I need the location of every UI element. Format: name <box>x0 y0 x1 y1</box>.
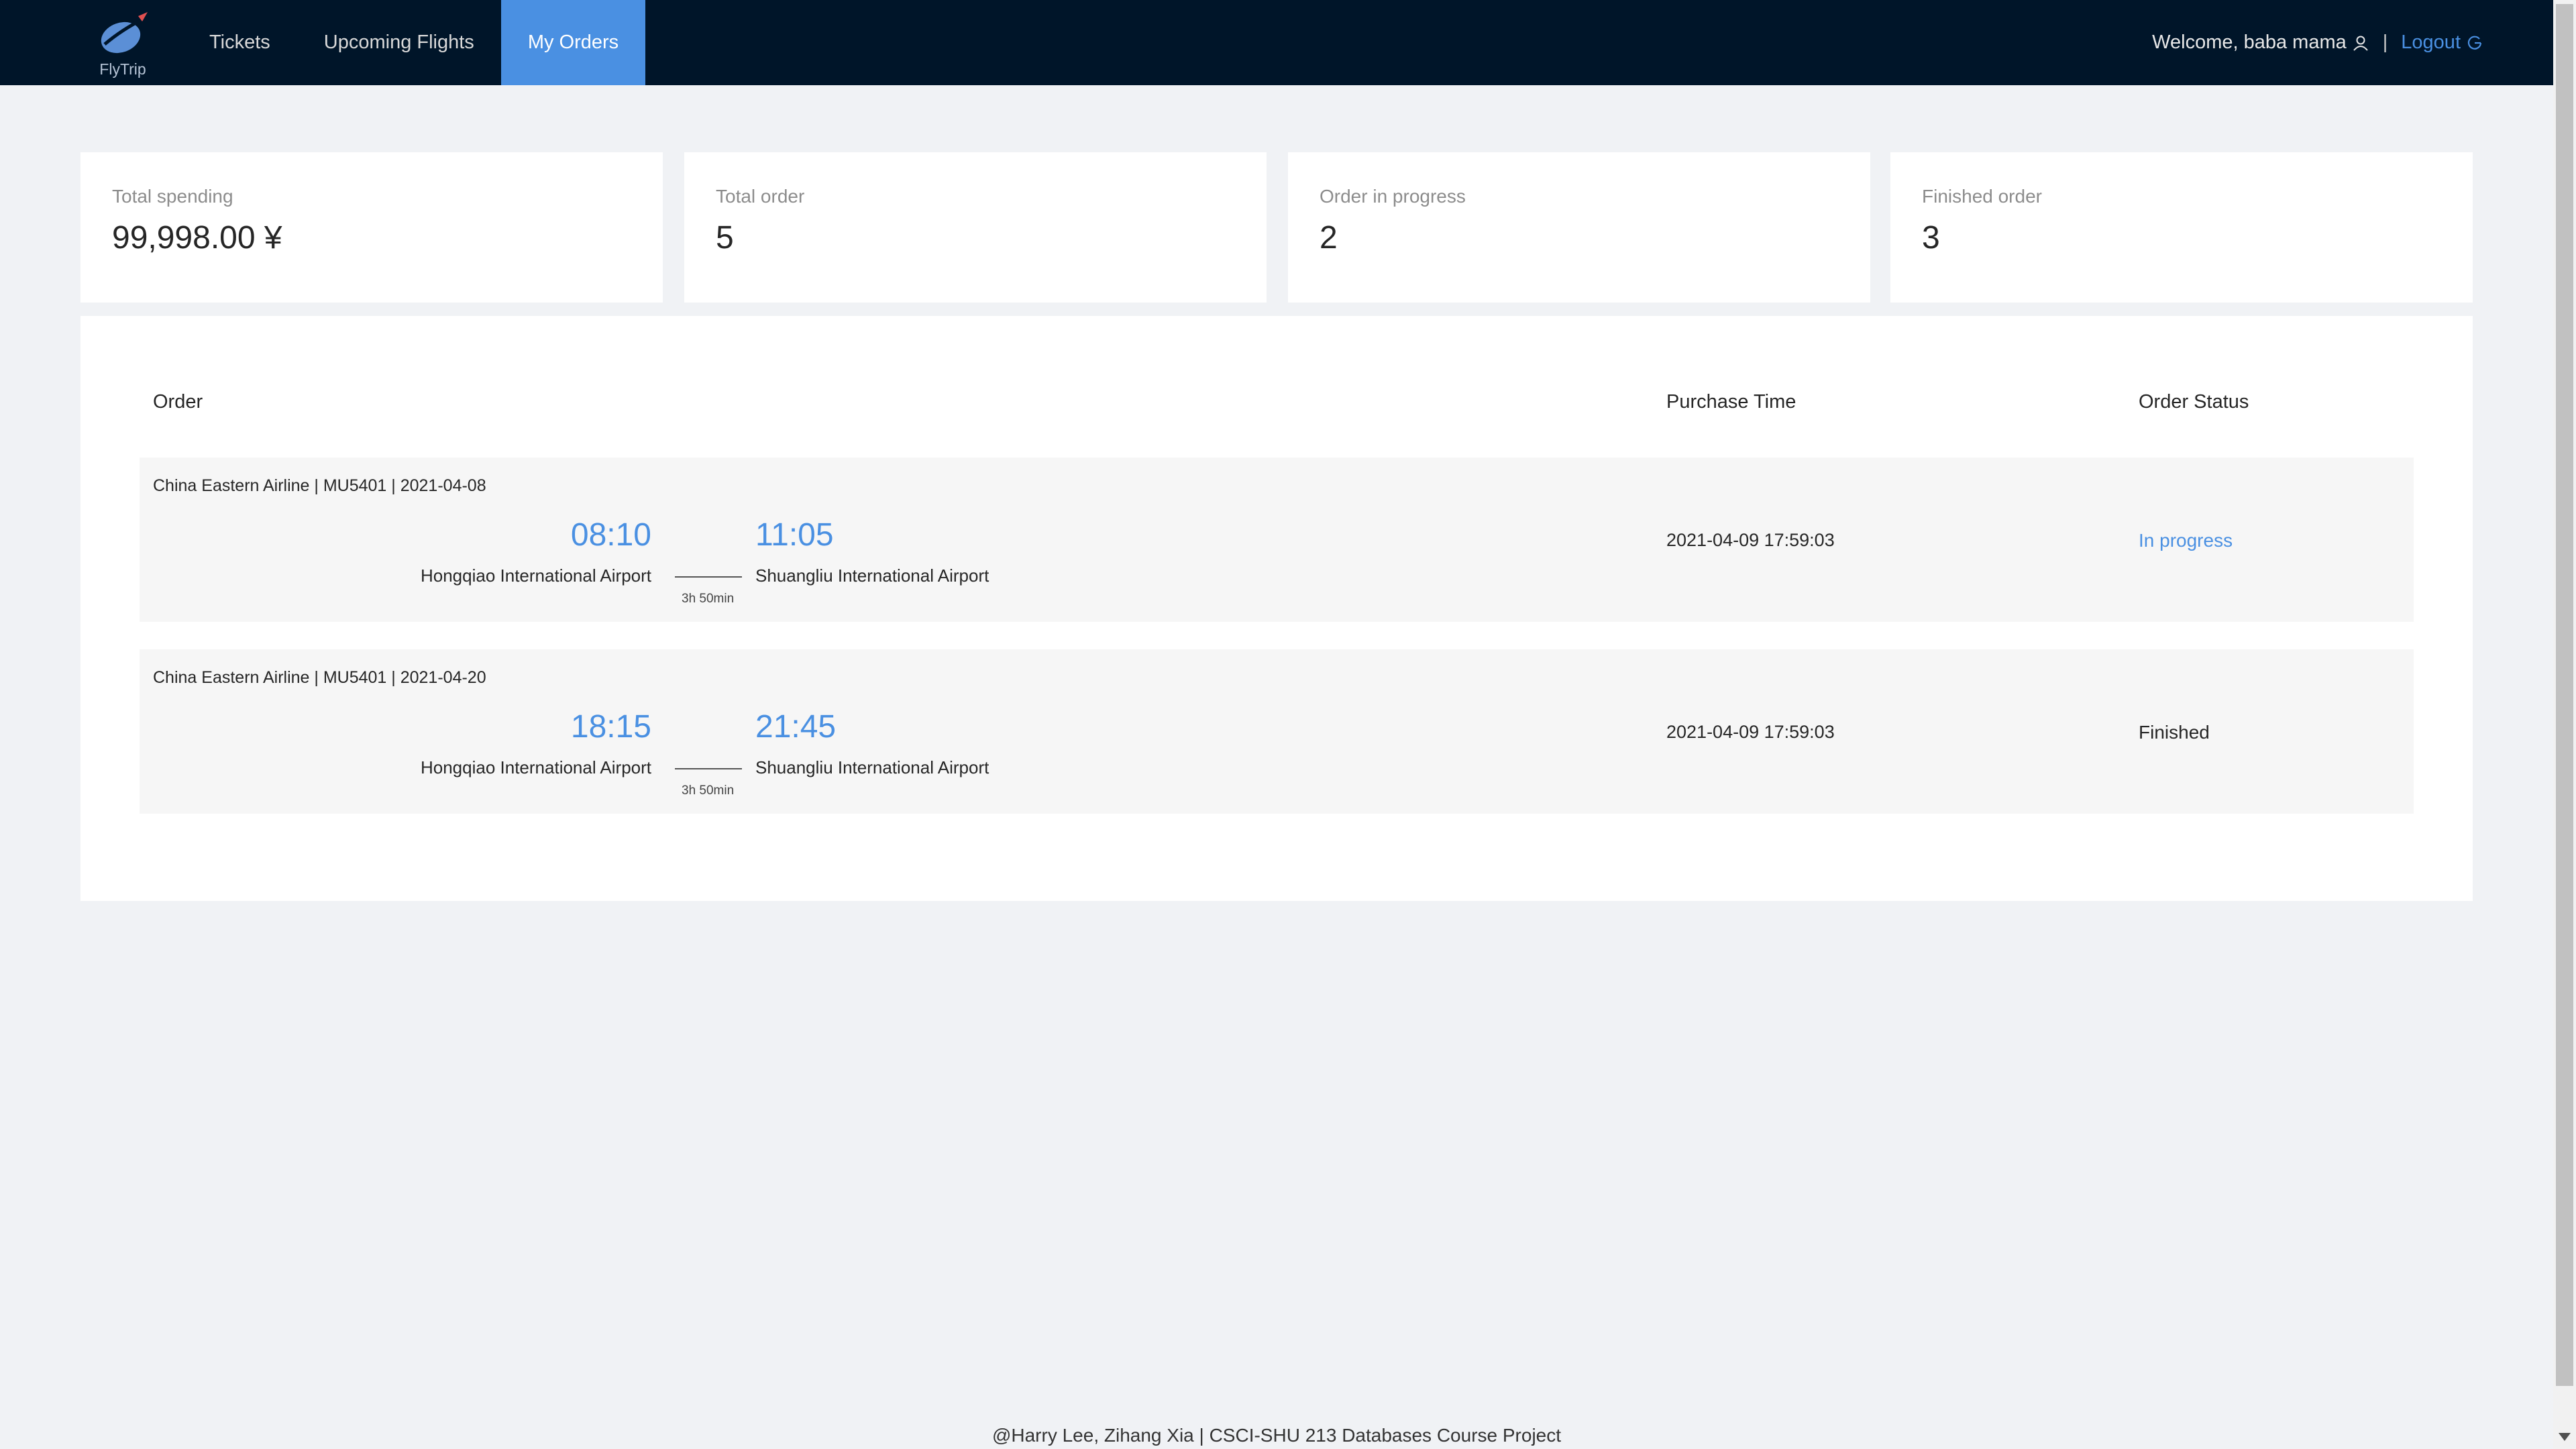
column-header-order: Order <box>153 391 203 413</box>
nav-upcoming-flights-label: Upcoming Flights <box>323 32 474 53</box>
orders-table: Order Purchase Time Order Status China E… <box>80 316 2473 901</box>
flight-duration: 3h 50min <box>682 592 735 606</box>
vertical-scrollbar[interactable] <box>2553 0 2576 1449</box>
user-icon <box>2353 36 2368 51</box>
nav-my-orders[interactable]: My Orders <box>500 0 646 85</box>
departure-time: 18:15 <box>570 709 651 745</box>
arrival-time: 11:05 <box>755 517 834 553</box>
stat-card-finished-order: Finished order 3 <box>1890 152 2473 303</box>
logout-label: Logout <box>2401 32 2461 53</box>
page-footer: @Harry Lee, Zihang Xia | CSCI-SHU 213 Da… <box>991 1425 1562 1446</box>
nav-tickets-label: Tickets <box>209 32 270 53</box>
nav-upcoming-flights[interactable]: Upcoming Flights <box>297 0 501 85</box>
column-header-order-status: Order Status <box>2139 391 2249 413</box>
flight-line <box>675 576 742 578</box>
nav-my-orders-label: My Orders <box>527 32 619 53</box>
stat-card-total-spending: Total spending 99,998.00 ¥ <box>80 152 663 303</box>
stat-title: Order in progress <box>1320 186 1466 207</box>
scroll-down-arrow-icon[interactable] <box>2559 1433 2571 1441</box>
stat-card-total-order: Total order 5 <box>684 152 1267 303</box>
stat-value: 99,998.00 ¥ <box>112 220 282 256</box>
stat-title: Total spending <box>112 186 233 207</box>
purchase-time: 2021-04-09 17:59:03 <box>1666 530 1835 550</box>
arrival-time: 21:45 <box>755 709 837 745</box>
logo-text: FlyTrip <box>99 60 146 78</box>
order-status[interactable]: In progress <box>2139 530 2233 551</box>
departure-airport: Hongqiao International Airport <box>420 757 651 777</box>
arrival-airport: Shuangliu International Airport <box>755 757 989 777</box>
order-status: Finished <box>2139 722 2210 743</box>
table-row[interactable]: China Eastern Airline | MU5401 | 2021-04… <box>140 649 2414 814</box>
logout-icon <box>2467 36 2482 50</box>
flight-line <box>675 768 742 769</box>
logout-link[interactable]: Logout <box>2401 32 2483 54</box>
order-flight-info: China Eastern Airline | MU5401 | 2021-04… <box>153 476 486 495</box>
header-separator: | <box>2382 32 2388 53</box>
flight-duration: 3h 50min <box>682 784 735 798</box>
nav-tickets[interactable]: Tickets <box>182 0 297 85</box>
user-area: Welcome, baba mama | Logout <box>2152 0 2483 85</box>
order-flight-info: China Eastern Airline | MU5401 | 2021-04… <box>153 668 486 687</box>
scrollbar-thumb[interactable] <box>2556 4 2573 1386</box>
stat-value: 2 <box>1320 220 1338 256</box>
column-header-purchase-time: Purchase Time <box>1666 391 1796 413</box>
table-row[interactable]: China Eastern Airline | MU5401 | 2021-04… <box>140 458 2414 622</box>
purchase-time: 2021-04-09 17:59:03 <box>1666 722 1835 742</box>
stat-title: Finished order <box>1922 186 2042 207</box>
welcome-text: Welcome, baba mama <box>2152 32 2347 53</box>
stat-card-order-in-progress: Order in progress 2 <box>1288 152 1870 303</box>
main-nav: Tickets Upcoming Flights My Orders <box>182 0 646 85</box>
stat-value: 3 <box>1922 220 1940 256</box>
stat-value: 5 <box>716 220 734 256</box>
stat-title: Total order <box>716 186 805 207</box>
arrival-airport: Shuangliu International Airport <box>755 566 989 586</box>
flytrip-logo[interactable]: FlyTrip <box>95 9 150 80</box>
departure-airport: Hongqiao International Airport <box>420 566 651 586</box>
plane-logo-icon <box>101 12 148 54</box>
departure-time: 08:10 <box>570 517 651 553</box>
top-nav-bar: FlyTrip Tickets Upcoming Flights My Orde… <box>0 0 2553 85</box>
